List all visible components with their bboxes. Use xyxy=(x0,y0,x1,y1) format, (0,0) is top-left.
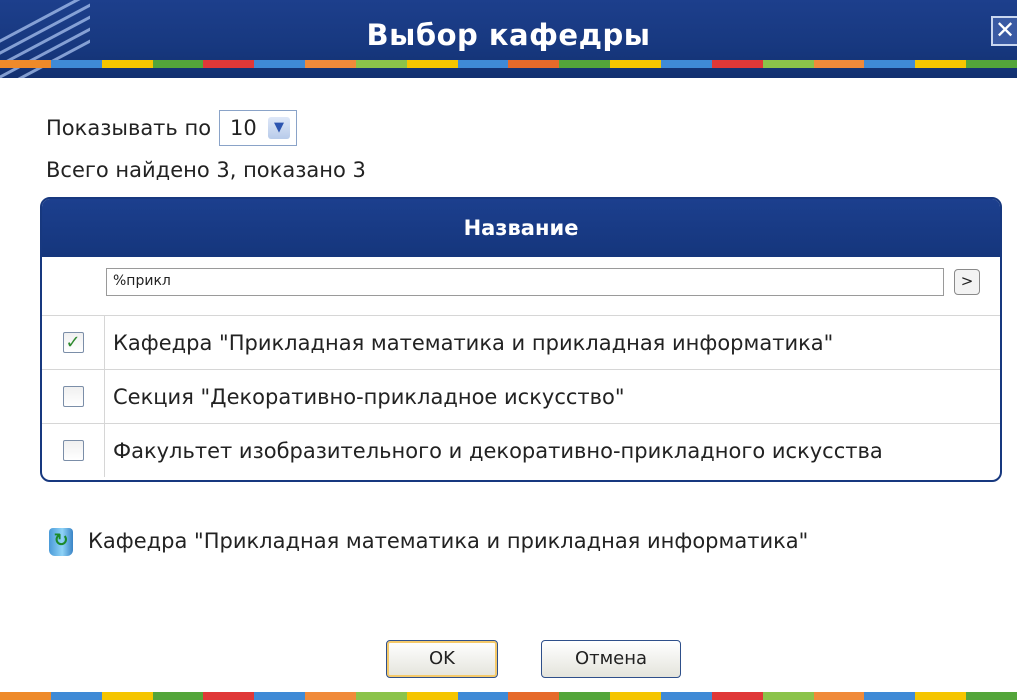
bottom-color-stripe xyxy=(0,692,1017,700)
close-icon: ✕ xyxy=(994,16,1016,44)
row-checkbox-cell xyxy=(42,370,105,423)
page-size-select[interactable]: 10 ▼ xyxy=(219,110,298,146)
page-size-value: 10 xyxy=(230,116,257,140)
checkbox[interactable] xyxy=(62,386,84,407)
name-filter-input[interactable]: %прикл xyxy=(106,268,944,296)
page-size-label: Показывать по xyxy=(46,116,212,140)
row-name: Кафедра "Прикладная математика и приклад… xyxy=(113,330,834,355)
results-summary: Всего найдено 3, показано 3 xyxy=(46,158,366,182)
table-row[interactable]: ✓ Кафедра "Прикладная математика и прикла… xyxy=(42,316,1000,370)
cancel-button[interactable]: Отмена xyxy=(541,640,681,678)
recycle-bin-icon[interactable]: ↻ xyxy=(46,524,76,558)
title-color-stripe xyxy=(0,60,1017,68)
dialog-title: Выбор кафедры xyxy=(366,18,651,52)
results-grid: Название %прикл > ✓ Кафедра "Прикладная м… xyxy=(40,197,1002,482)
row-name: Факультет изобразительного и декоративно… xyxy=(113,438,883,463)
row-name: Секция "Декоративно-прикладное искусство… xyxy=(113,384,625,409)
close-button[interactable]: ✕ xyxy=(991,16,1017,46)
ok-button[interactable]: OK xyxy=(386,640,498,678)
title-bar: Выбор кафедры ✕ xyxy=(0,0,1017,78)
selected-item-label: Кафедра "Прикладная математика и приклад… xyxy=(88,529,809,553)
dialog-window: Выбор кафедры ✕ Показывать по 10 ▼ Всего… xyxy=(0,0,1017,700)
checkbox[interactable] xyxy=(62,440,84,461)
row-checkbox-cell xyxy=(42,424,105,477)
column-header-name[interactable]: Название xyxy=(42,199,1000,257)
table-row[interactable]: Секция "Декоративно-прикладное искусство… xyxy=(42,370,1000,424)
table-row[interactable]: Факультет изобразительного и декоративно… xyxy=(42,424,1000,477)
filter-row: %прикл > xyxy=(42,257,1000,316)
apply-filter-button[interactable]: > xyxy=(954,269,980,295)
page-size-control: Показывать по 10 ▼ xyxy=(46,108,298,148)
selected-item: ↻ Кафедра "Прикладная математика и прикл… xyxy=(46,524,808,558)
chevron-down-icon[interactable]: ▼ xyxy=(268,117,291,139)
checkbox-checked[interactable]: ✓ xyxy=(62,332,84,353)
grid-rows: ✓ Кафедра "Прикладная математика и прикла… xyxy=(42,316,1000,477)
row-checkbox-cell: ✓ xyxy=(42,316,105,369)
